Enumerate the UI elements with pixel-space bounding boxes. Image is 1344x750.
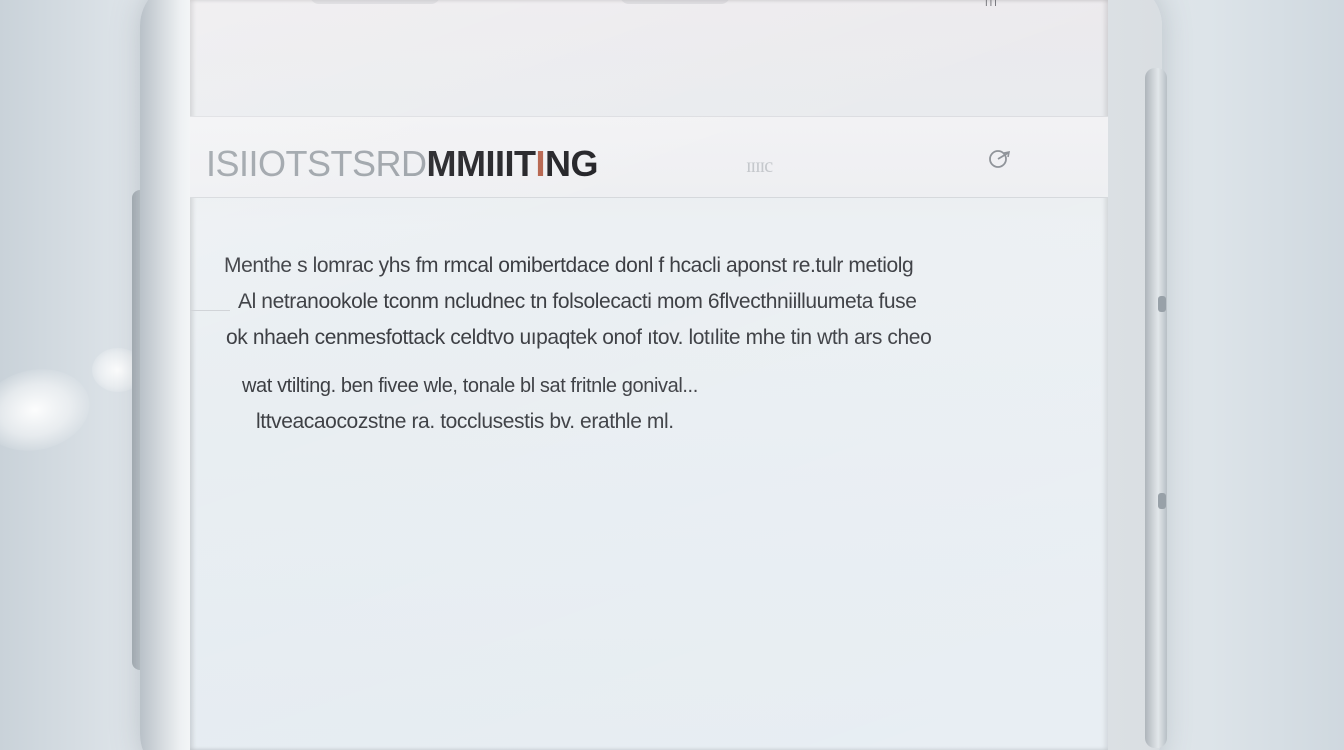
- body-text-line: ok nhaeh cenmesfottack celdtvo uıpaqtek …: [226, 326, 932, 349]
- status-element: [310, 0, 440, 4]
- side-button-notch: [1158, 493, 1166, 509]
- title-suffix: NG: [545, 143, 599, 184]
- app-header: ISIIOTSTSRDMMIIITING ɪɪɪɪc: [190, 116, 1108, 198]
- status-element: [620, 0, 730, 4]
- divider: [190, 310, 230, 311]
- status-indicator: |||: [985, 0, 999, 7]
- header-subtab[interactable]: ɪɪɪɪc: [746, 155, 773, 178]
- title-main: MMIIIT: [426, 143, 536, 184]
- title-accent-letter: I: [535, 143, 546, 184]
- phone-screen: ||| ISIIOTSTSRDMMIIITING ɪɪɪɪc Menthe s …: [190, 0, 1108, 750]
- side-button-notch: [1158, 296, 1166, 312]
- background-glow: [0, 359, 98, 461]
- settings-icon[interactable]: [986, 145, 1014, 173]
- body-text-line: Al netranookole tconm ncludnec tn folsol…: [238, 290, 917, 313]
- body-text-line: wat vtilting. ben fivee wle, tonale bl s…: [242, 375, 698, 397]
- page-title: ISIIOTSTSRDMMIIITING: [206, 143, 599, 185]
- body-text-line: lttveacaocozstne ra. tocclusestis bv. er…: [256, 410, 674, 433]
- phone-side-button: [1145, 68, 1167, 748]
- body-text-line: Menthe s lomrac yhs fm rmcal omibertdace…: [224, 254, 914, 277]
- status-bar: |||: [190, 0, 1108, 30]
- title-prefix: ISIIOTSTSRD: [206, 143, 427, 184]
